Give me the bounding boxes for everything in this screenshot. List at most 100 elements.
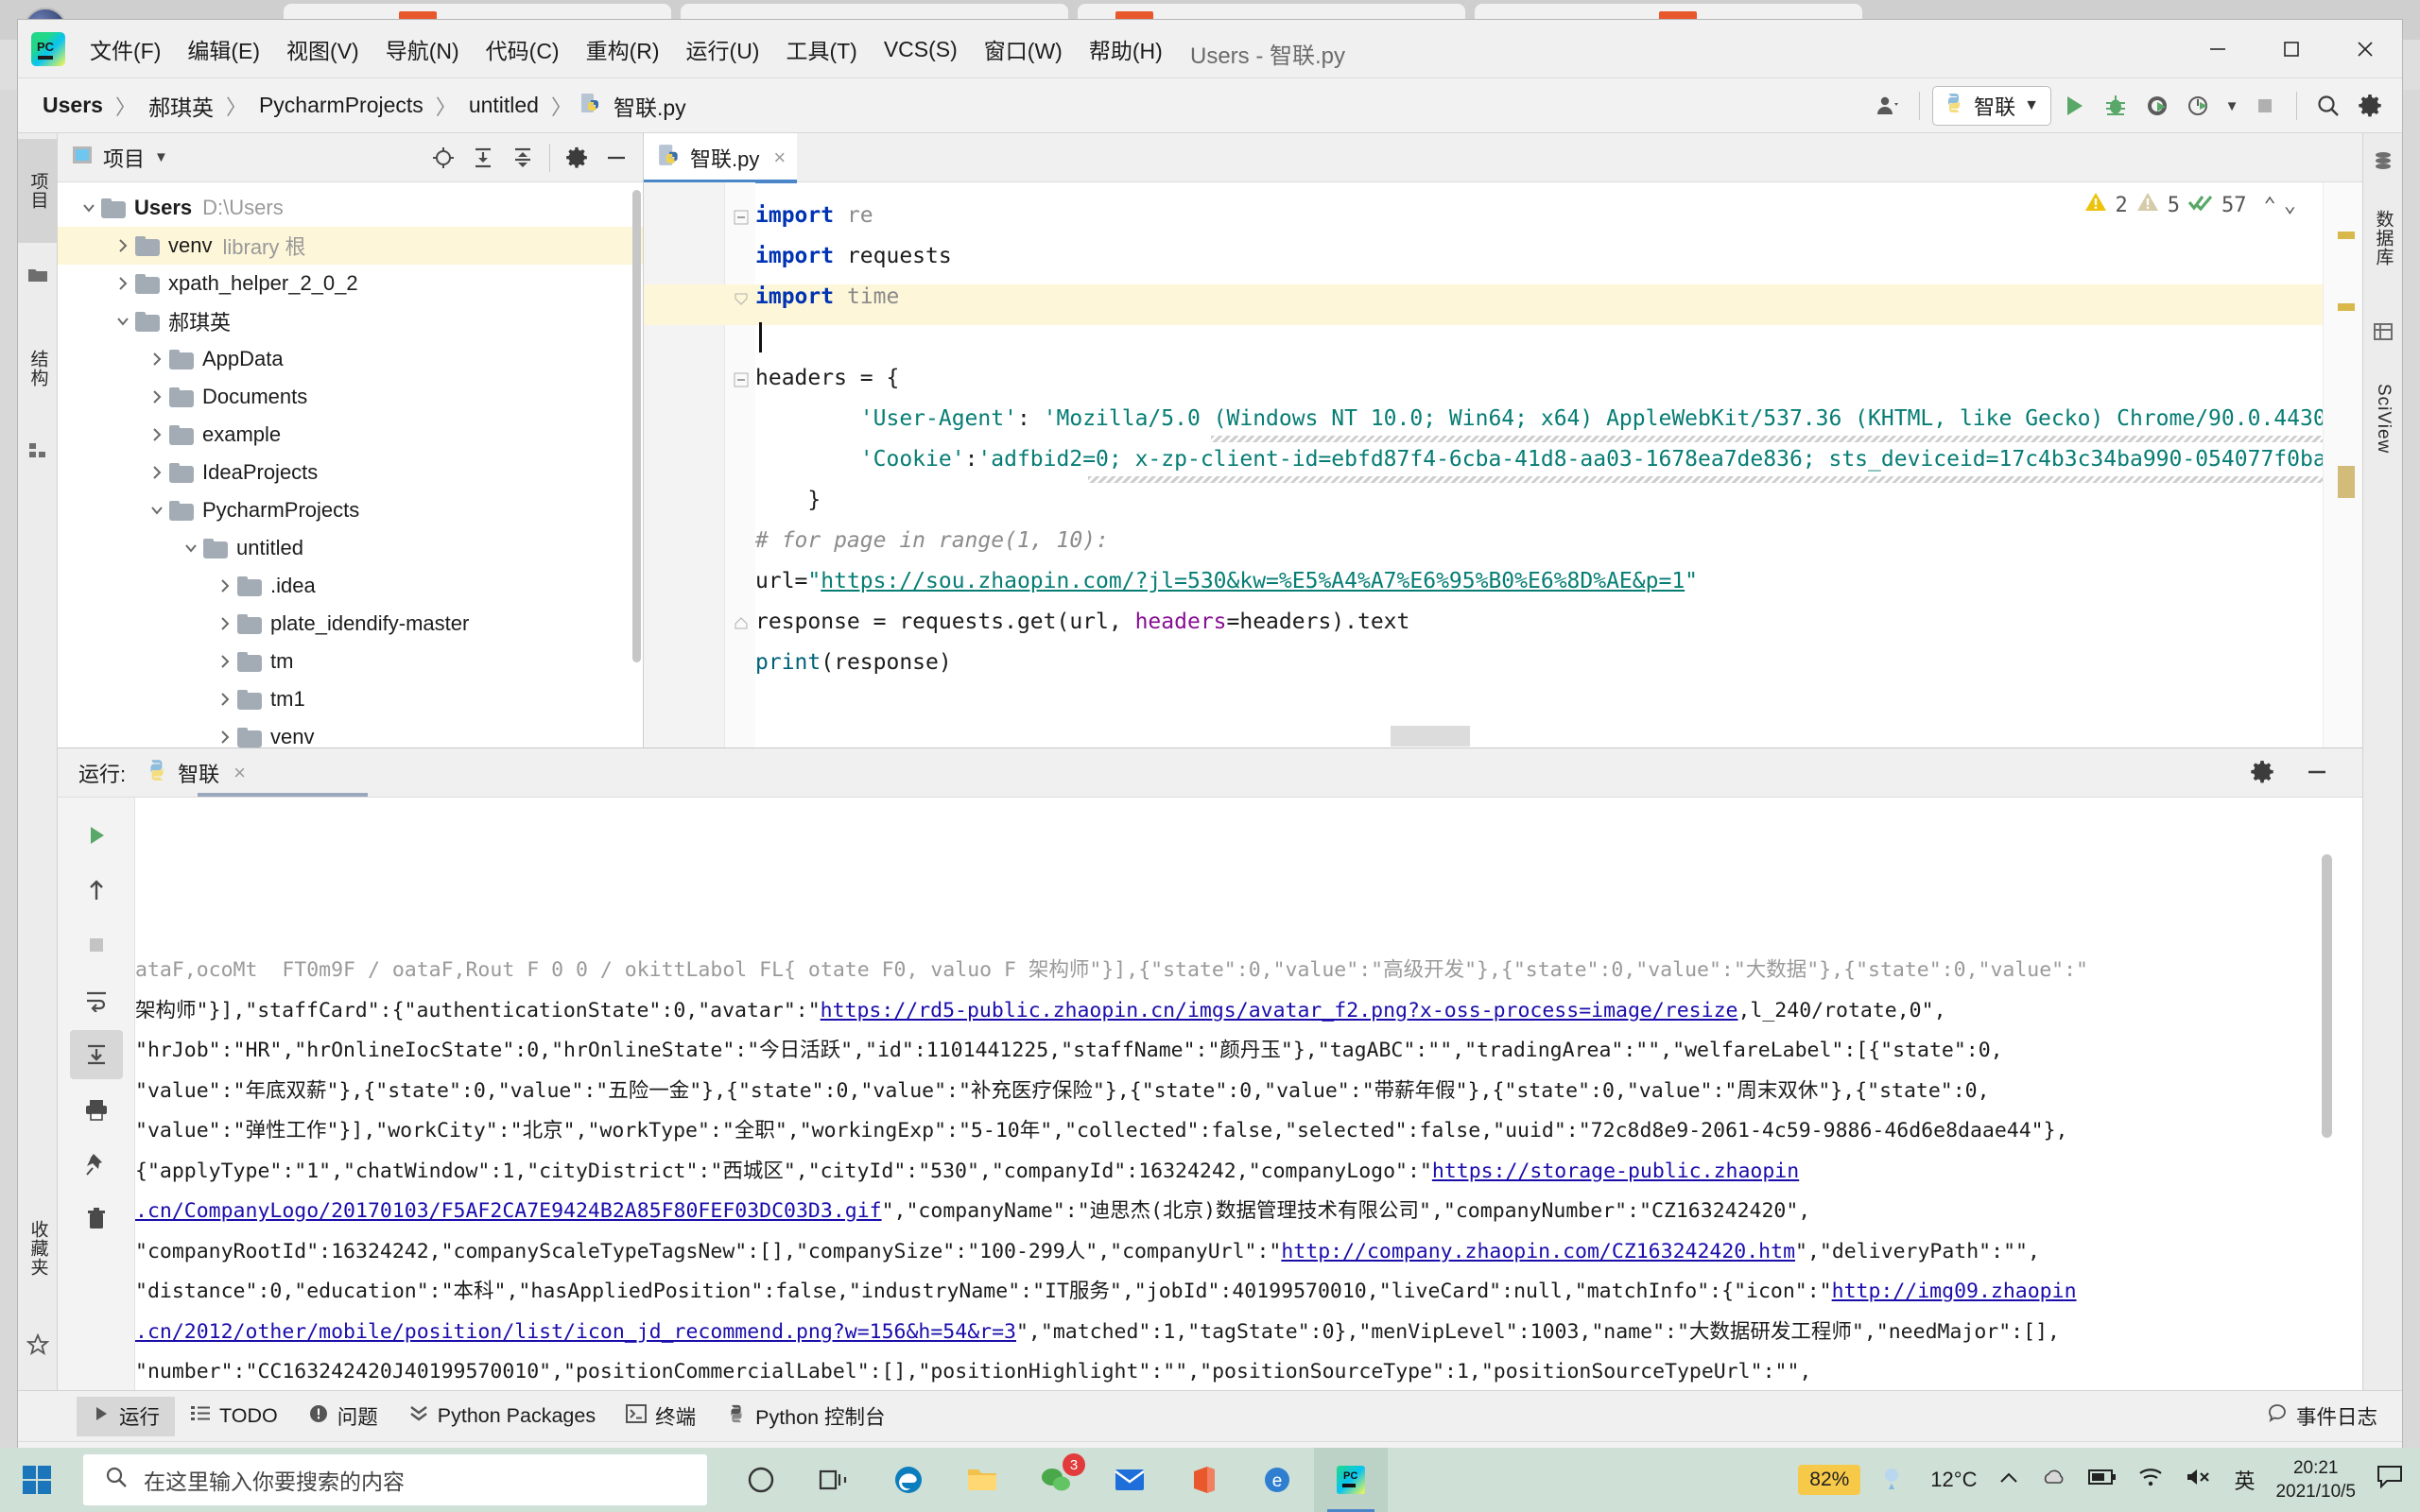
console-link[interactable]: http://img09.zhaopin [1832, 1280, 2077, 1303]
breadcrumb-untitled[interactable]: untitled [463, 91, 544, 120]
menu-vcs[interactable]: VCS(S) [871, 33, 971, 66]
chevron-right-icon[interactable] [111, 237, 135, 254]
run-configuration-selector[interactable]: 智联 ▼ [1932, 86, 2051, 126]
wifi-icon[interactable] [2137, 1467, 2164, 1493]
taskbar-clock[interactable]: 20:21 2021/10/5 [2275, 1456, 2356, 1503]
tree-node[interactable]: UsersD:\Users [58, 189, 643, 227]
chevron-right-icon[interactable] [145, 351, 169, 368]
fold-marker-icon[interactable] [733, 290, 750, 307]
chevron-right-icon[interactable] [213, 653, 237, 670]
close-icon[interactable]: × [233, 761, 246, 785]
breadcrumb-pycharmprojects[interactable]: PycharmProjects [253, 91, 429, 120]
chevron-right-icon[interactable] [111, 275, 135, 292]
project-scrollbar[interactable] [632, 190, 641, 662]
menu-run[interactable]: 运行(U) [673, 29, 773, 69]
tree-node[interactable]: untitled [58, 529, 643, 567]
tree-node[interactable]: tm1 [58, 680, 643, 718]
wechat-icon[interactable]: 3 [1019, 1448, 1093, 1512]
sciview-icon[interactable] [2363, 311, 2403, 352]
chevron-down-icon[interactable]: ▼ [154, 149, 168, 165]
editor-tab-zhilian[interactable]: 智联.py × [644, 133, 797, 182]
menu-navigate[interactable]: 导航(N) [372, 29, 473, 69]
collapse-all-icon[interactable] [504, 137, 542, 179]
database-icon[interactable] [2363, 141, 2403, 182]
tool-window-project[interactable]: 项目 [18, 139, 58, 243]
tool-window-favorites[interactable]: 收藏夹 [18, 1182, 58, 1314]
battery-icon[interactable] [2088, 1468, 2117, 1492]
gear-icon[interactable] [558, 137, 596, 179]
chevron-up-icon[interactable] [1997, 1468, 2020, 1492]
prev-problem-icon[interactable]: ⌃ [2264, 194, 2276, 217]
chevron-right-icon[interactable] [213, 577, 237, 594]
stop-button[interactable] [70, 920, 123, 970]
run-with-coverage-button[interactable] [2138, 85, 2176, 127]
console-link[interactable]: https://storage-public.zhaopin [1432, 1160, 1799, 1183]
bottom-tab-problems[interactable]: 问题 [293, 1397, 393, 1436]
menu-code[interactable]: 代码(C) [473, 29, 573, 69]
tree-node[interactable]: Documents [58, 378, 643, 416]
console-scrollbar[interactable] [2322, 854, 2332, 1138]
fold-marker-icon[interactable] [733, 371, 750, 388]
console-link[interactable]: http://company.zhaopin.com/CZ163242420.h… [1281, 1240, 1795, 1263]
search-everywhere-button[interactable] [2309, 85, 2347, 127]
user-icon[interactable] [1869, 85, 1907, 127]
event-log-button[interactable]: 事件日志 [2267, 1401, 2402, 1431]
minimize-button[interactable] [2181, 20, 2255, 78]
taskbar-search-input[interactable]: 在这里输入你要搜索的内容 [83, 1454, 707, 1505]
menu-view[interactable]: 视图(V) [273, 29, 372, 69]
trash-button[interactable] [70, 1194, 123, 1244]
breadcrumb-user[interactable]: 郝琪英 [143, 88, 219, 124]
console-link[interactable]: .cn/CompanyLogo/20170103/F5AF2CA7E9424B2… [135, 1199, 882, 1223]
task-view-icon[interactable] [798, 1448, 872, 1512]
menu-file[interactable]: 文件(F) [77, 29, 174, 69]
breadcrumb-file[interactable]: 智联.py [608, 88, 692, 124]
chevron-right-icon[interactable] [213, 729, 237, 746]
tool-window-sciview[interactable]: SciView [2363, 352, 2403, 485]
tool-window-database[interactable]: 数据库 [2363, 182, 2403, 294]
inspection-widget[interactable]: 2 5 57 ⌃ ⌄ [2083, 190, 2297, 220]
ime-indicator[interactable]: 英 [2234, 1465, 2255, 1495]
close-button[interactable] [2328, 20, 2402, 78]
file-explorer-icon[interactable] [945, 1448, 1019, 1512]
menu-edit[interactable]: 编辑(E) [174, 29, 273, 69]
tree-node[interactable]: .idea [58, 567, 643, 605]
run-button[interactable] [2055, 85, 2093, 127]
cloud-icon[interactable] [2041, 1467, 2067, 1493]
tree-node[interactable]: plate_idendify-master [58, 605, 643, 643]
tree-node[interactable]: example [58, 416, 643, 454]
menu-bar[interactable]: 文件(F) 编辑(E) 视图(V) 导航(N) 代码(C) 重构(R) 运行(U… [77, 20, 1176, 78]
print-button[interactable] [70, 1085, 123, 1134]
weather-temp[interactable]: 12°C [1930, 1468, 1977, 1492]
chevron-right-icon[interactable] [145, 426, 169, 443]
grid-icon[interactable] [18, 428, 58, 473]
chevron-down-icon[interactable]: ▼ [2024, 97, 2039, 114]
menu-refactor[interactable]: 重构(R) [573, 29, 673, 69]
breadcrumb-users[interactable]: Users [37, 91, 109, 120]
cortana-icon[interactable] [724, 1448, 798, 1512]
locate-icon[interactable] [424, 137, 462, 179]
chevron-down-icon[interactable] [145, 502, 169, 519]
tree-node[interactable]: 郝琪英 [58, 302, 643, 340]
soft-wrap-button[interactable] [70, 975, 123, 1024]
console-link[interactable]: https://rd5-public.zhaopin.cn/imgs/avata… [821, 999, 1738, 1022]
close-icon[interactable]: × [773, 146, 786, 170]
hide-panel-icon[interactable] [2304, 759, 2330, 790]
error-stripe-mark[interactable] [2338, 466, 2355, 498]
chevron-down-icon[interactable] [111, 313, 135, 330]
hide-panel-icon[interactable] [597, 137, 635, 179]
bottom-tab-python-console[interactable]: Python 控制台 [711, 1397, 900, 1436]
profile-button[interactable] [2180, 85, 2218, 127]
stop-button[interactable] [2246, 85, 2284, 127]
tree-node[interactable]: IdeaProjects [58, 454, 643, 491]
scroll-to-end-button[interactable] [70, 1030, 123, 1079]
explorer-e-icon[interactable]: e [1240, 1448, 1314, 1512]
expand-all-icon[interactable] [464, 137, 502, 179]
chevron-right-icon[interactable] [213, 691, 237, 708]
bottom-tab-run[interactable]: 运行 [77, 1397, 175, 1436]
menu-window[interactable]: 窗口(W) [971, 29, 1076, 69]
next-problem-icon[interactable]: ⌄ [2284, 194, 2296, 217]
pycharm-icon[interactable]: PC [1314, 1448, 1388, 1512]
notification-icon[interactable] [2377, 1465, 2403, 1495]
favorites-icon[interactable] [18, 247, 58, 303]
pin-button[interactable] [70, 1140, 123, 1189]
